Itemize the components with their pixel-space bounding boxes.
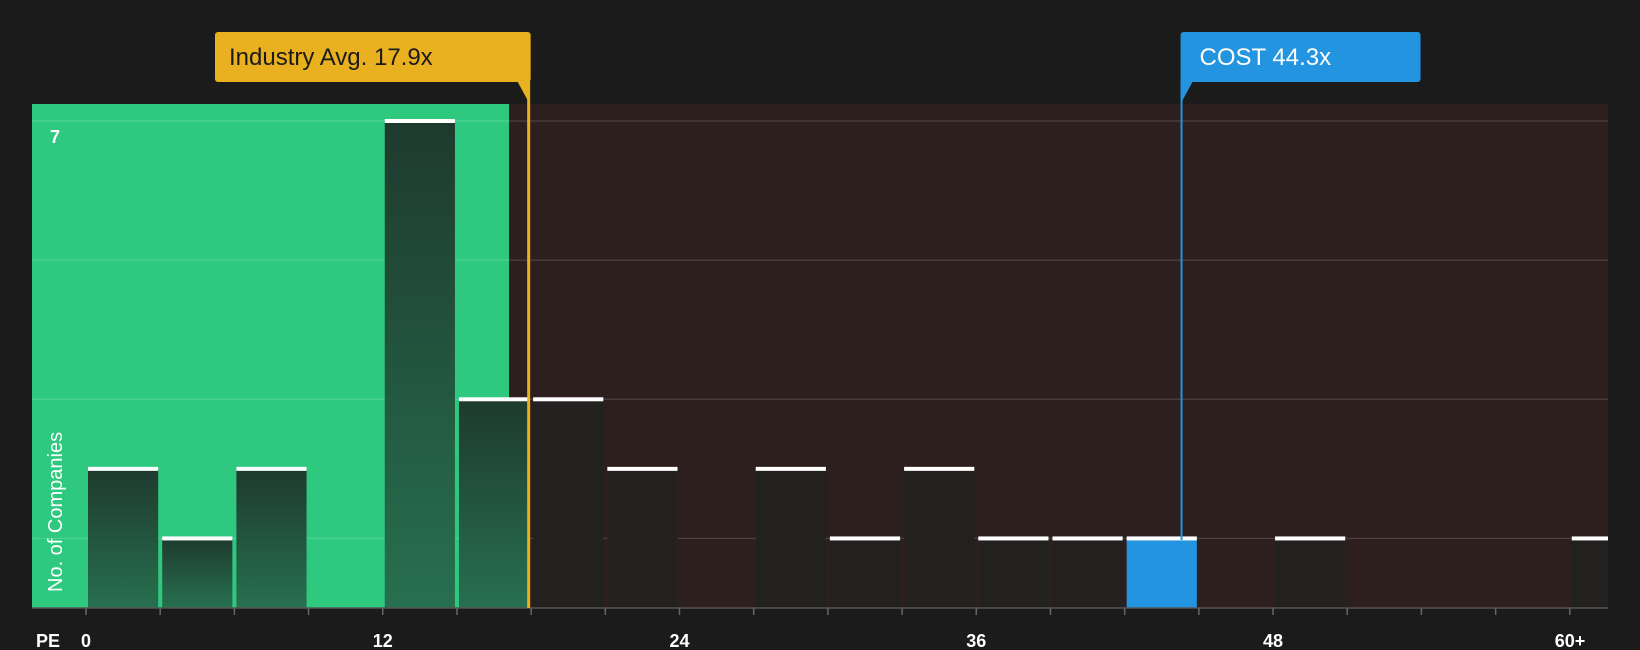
bar-13: [1275, 538, 1346, 608]
bar-cap-5: [533, 397, 604, 402]
x-tick-label: 60+: [1555, 631, 1586, 650]
bar-cap-2: [236, 466, 307, 471]
bar-10: [978, 538, 1049, 608]
bar-11: [1052, 538, 1123, 608]
x-tick-label: 12: [373, 631, 393, 650]
x-tick-label: 24: [670, 631, 690, 650]
bar-cap-11: [1052, 536, 1123, 541]
industry-avg-label: Industry Avg. 17.9x: [229, 44, 433, 71]
bar-cap-4: [458, 397, 530, 402]
bar-7: [755, 468, 826, 608]
bar-cap-1: [162, 536, 233, 541]
company-pe-label: COST 44.3x: [1200, 44, 1332, 71]
bar-cap-8: [829, 536, 901, 541]
bar-14: [1571, 538, 1608, 608]
pe-distribution-chart: 0 12 24 36 48 60+ Industry Avg. 17.9x COST 44.…: [32, 32, 1608, 650]
bar-3: [384, 121, 455, 608]
bar-9: [904, 468, 975, 608]
x-tick-label: 48: [1263, 631, 1283, 650]
bar-1: [162, 538, 233, 608]
bar-cap-13: [1275, 536, 1346, 541]
bar-cap-3: [384, 119, 455, 123]
bar-cap-9: [904, 466, 975, 471]
bar-cap-6: [607, 466, 678, 471]
bar-cap-10: [978, 536, 1049, 541]
bar-6: [607, 468, 678, 608]
bar-cap-0: [88, 466, 159, 471]
bar-cap-7: [755, 466, 826, 471]
x-tick-label: 36: [966, 631, 986, 650]
x-axis-label: PE: [36, 631, 60, 650]
bar-2: [236, 468, 307, 608]
bar-12: [1126, 538, 1197, 608]
company-pe-pointer: [1180, 80, 1194, 104]
bar-8: [829, 538, 901, 608]
bar-4: [458, 399, 530, 608]
bar-5: [533, 399, 604, 608]
bar-cap-14: [1571, 536, 1608, 541]
x-tick-label: 0: [81, 631, 91, 650]
bar-cap-12: [1126, 536, 1197, 541]
y-tick-label-top: 7: [50, 127, 60, 147]
bar-0: [88, 468, 159, 608]
y-axis-label: No. of Companies: [45, 432, 67, 592]
